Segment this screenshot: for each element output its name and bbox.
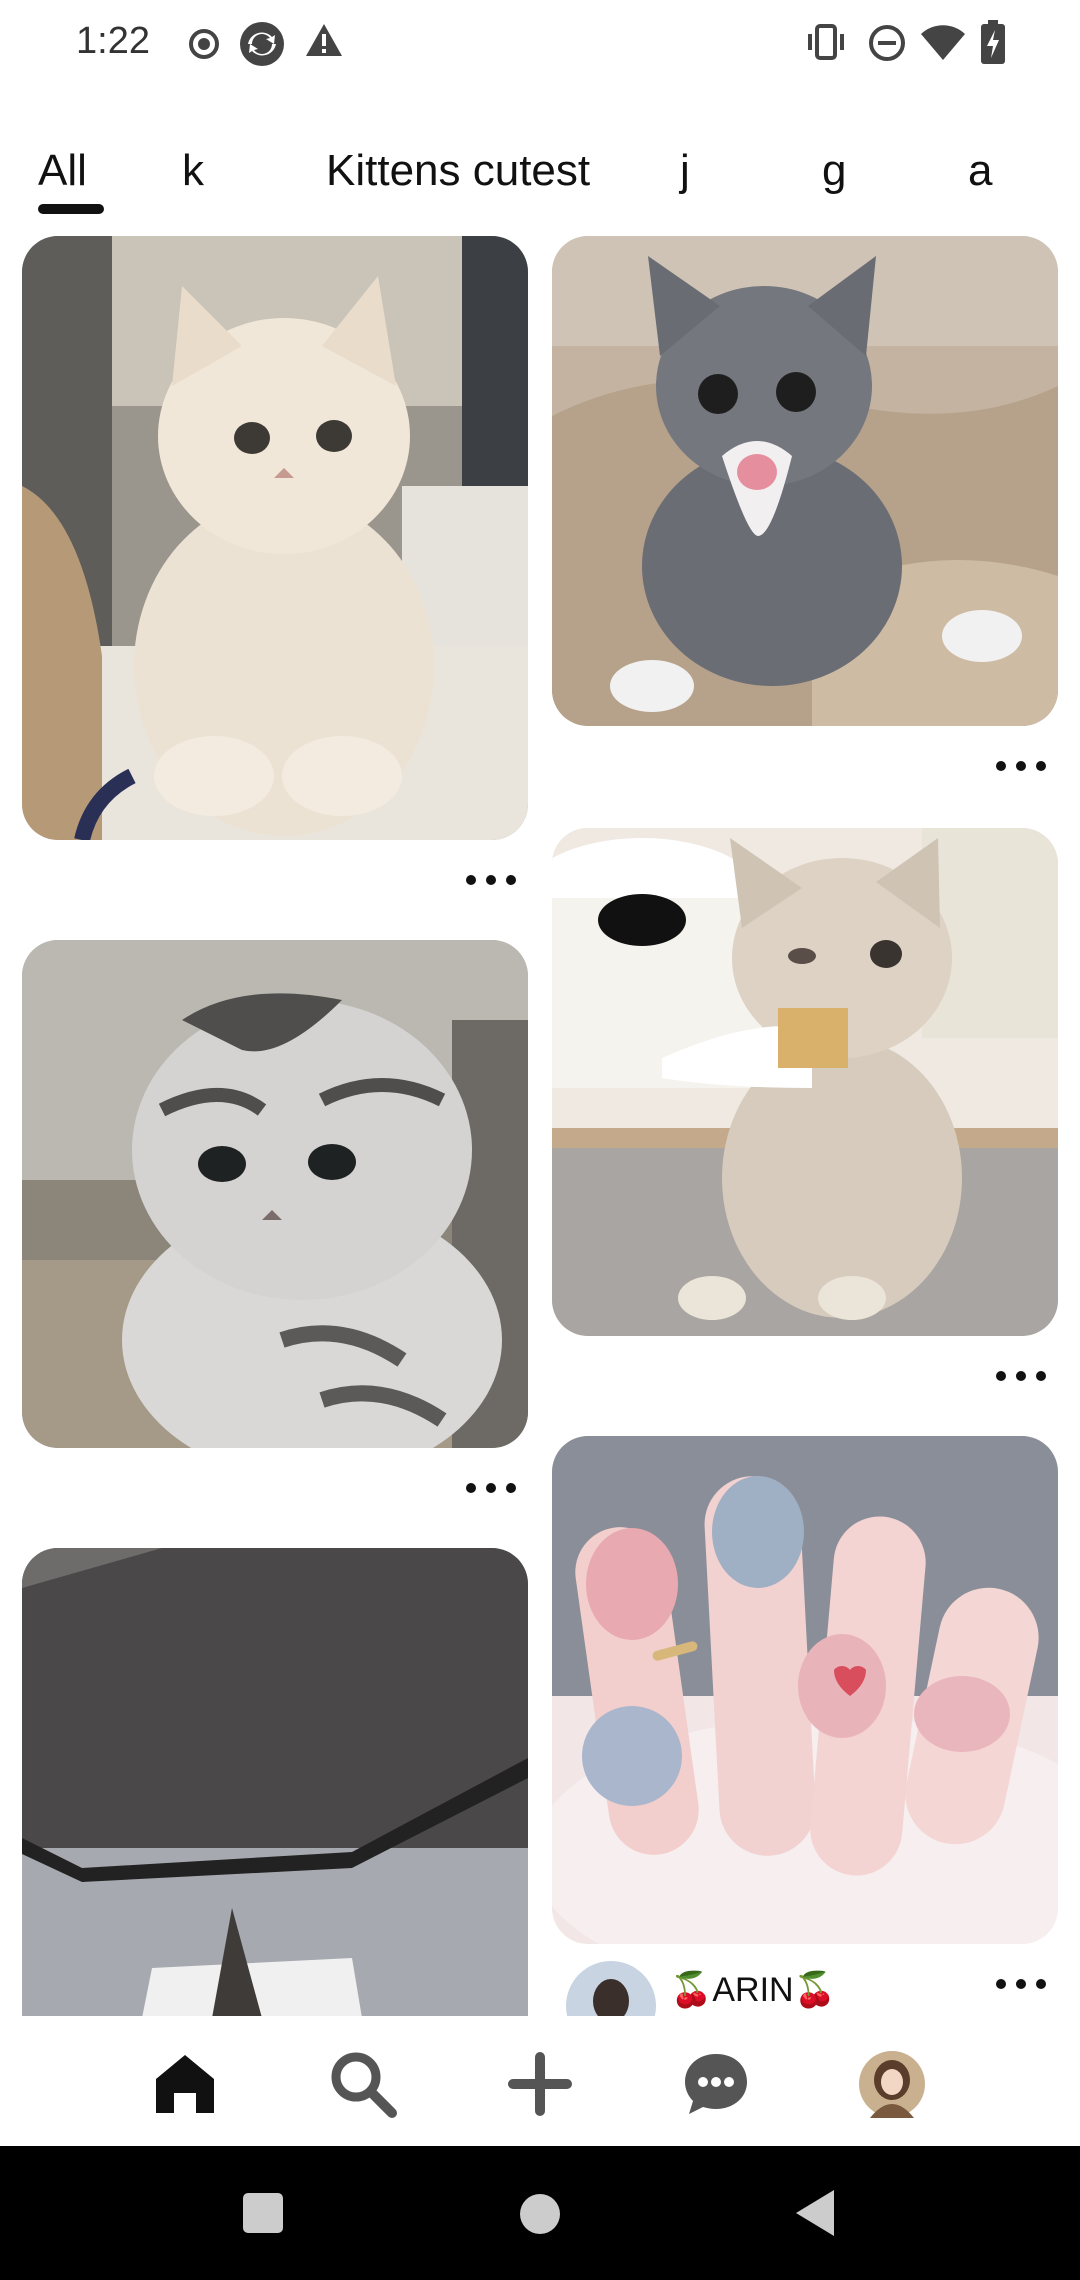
messages-icon xyxy=(685,2054,747,2114)
more-dot-icon xyxy=(466,1483,476,1493)
pin-image xyxy=(22,236,528,840)
add-icon xyxy=(508,2052,572,2116)
search-icon xyxy=(331,2052,397,2118)
pin-4-more-button[interactable] xyxy=(466,1478,516,1498)
vibrate-icon xyxy=(808,24,844,60)
pin-image xyxy=(22,1548,528,2018)
home-button-icon[interactable] xyxy=(518,2192,562,2236)
more-dot-icon xyxy=(1036,1979,1046,1989)
pin-card-1[interactable] xyxy=(22,236,528,840)
board-tabs: All k Kittens cutest j g a xyxy=(0,140,1080,220)
pin-5-more-button[interactable] xyxy=(996,1974,1046,1994)
nav-search[interactable] xyxy=(323,2044,403,2124)
more-dot-icon xyxy=(1016,1979,1026,1989)
creator-name: 🍒ARIN🍒 xyxy=(670,1971,836,2009)
tab-k[interactable]: k xyxy=(182,146,204,196)
more-dot-icon xyxy=(486,875,496,885)
nav-create[interactable] xyxy=(500,2044,580,2124)
tab-all[interactable]: All xyxy=(38,146,87,196)
nav-messages[interactable] xyxy=(676,2044,756,2124)
sync-icon xyxy=(240,22,284,66)
status-bar: 1:22 xyxy=(0,0,1080,90)
bottom-nav xyxy=(0,2016,1080,2146)
more-dot-icon xyxy=(996,1371,1006,1381)
tab-kittens-cutest[interactable]: Kittens cutest xyxy=(326,146,590,196)
pin-image xyxy=(22,940,528,1448)
nav-profile[interactable] xyxy=(852,2044,932,2124)
pin-2-more-button[interactable] xyxy=(996,756,1046,776)
wifi-icon xyxy=(921,25,965,60)
pin-card-2[interactable] xyxy=(552,236,1058,726)
battery-icon xyxy=(981,20,1005,64)
record-icon xyxy=(189,29,219,59)
more-dot-icon xyxy=(486,1483,496,1493)
tab-j[interactable]: j xyxy=(680,146,690,196)
more-dot-icon xyxy=(1016,761,1026,771)
tab-g[interactable]: g xyxy=(822,146,846,196)
nav-home[interactable] xyxy=(145,2044,225,2124)
pin-card-5[interactable] xyxy=(552,1436,1058,1944)
system-nav-bar xyxy=(0,2146,1080,2280)
pin-3-more-button[interactable] xyxy=(996,1366,1046,1386)
pin-image xyxy=(552,1436,1058,1944)
profile-avatar xyxy=(859,2051,925,2118)
home-icon xyxy=(156,2055,214,2113)
tab-a[interactable]: a xyxy=(968,146,992,196)
pin-image xyxy=(552,828,1058,1336)
more-dot-icon xyxy=(1036,761,1046,771)
pin-card-3[interactable] xyxy=(552,828,1058,1336)
more-dot-icon xyxy=(996,761,1006,771)
pin-5-creator[interactable]: 🍒ARIN🍒 xyxy=(566,1960,836,2051)
more-dot-icon xyxy=(466,875,476,885)
dnd-icon xyxy=(869,25,905,61)
status-time: 1:22 xyxy=(76,20,150,62)
pin-1-more-button[interactable] xyxy=(466,870,516,890)
warning-icon xyxy=(306,24,342,56)
back-icon[interactable] xyxy=(794,2188,836,2238)
pin-image xyxy=(552,236,1058,726)
pin-card-4[interactable] xyxy=(22,940,528,1448)
pin-card-6[interactable] xyxy=(22,1548,528,2018)
more-dot-icon xyxy=(506,875,516,885)
more-dot-icon xyxy=(1036,1371,1046,1381)
more-dot-icon xyxy=(506,1483,516,1493)
tab-selected-indicator xyxy=(38,204,104,214)
more-dot-icon xyxy=(996,1979,1006,1989)
more-dot-icon xyxy=(1016,1371,1026,1381)
recents-icon[interactable] xyxy=(242,2192,284,2234)
